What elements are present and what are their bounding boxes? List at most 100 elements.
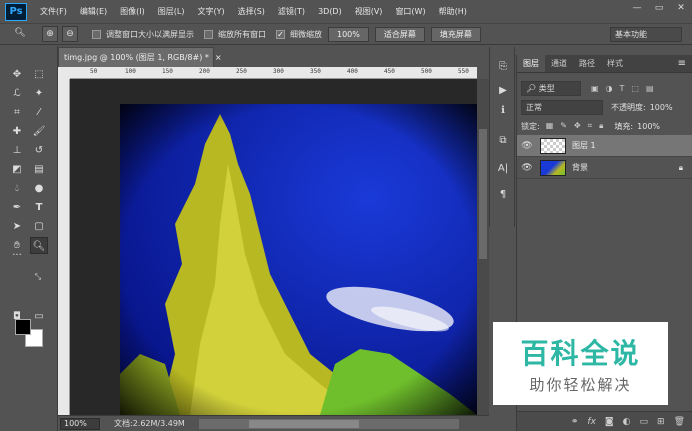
brush-presets-icon[interactable]: ⧉ [495,133,511,149]
window-controls: — ▭ ✕ [626,0,692,16]
marquee-tool-icon[interactable]: ⬚ [30,66,48,83]
ruler-tick: 350 [310,68,321,75]
paragraph-icon[interactable]: ¶ [495,187,511,203]
fill-label: 填充: [614,121,634,131]
ruler-tick: 150 [162,68,173,75]
path-selection-icon[interactable]: ➤ [8,218,26,235]
horizontal-scroll-thumb[interactable] [248,419,359,428]
tab-layers[interactable]: 图层 [517,55,545,72]
magic-wand-icon[interactable]: ✦ [30,85,48,102]
checkbox-box[interactable] [204,29,213,39]
fx-icon[interactable]: fx [587,417,596,427]
vertical-scroll-thumb[interactable] [479,129,487,259]
eyedropper-icon[interactable]: ⁄ [30,104,48,121]
mask-icon[interactable]: ◙ [605,417,614,427]
menu-edit[interactable]: 编辑(E) [80,6,107,17]
layer-row-layer1[interactable]: 👁︎ 图层 1 [517,135,692,157]
link-icon[interactable]: ⚭ [571,417,579,427]
history-icon[interactable]: ⎘ [495,59,511,75]
menu-bar: Ps 文件(F) 编辑(E) 图像(I) 图层(L) 文字(Y) 选择(S) 滤… [0,0,692,23]
menu-type[interactable]: 文字(Y) [197,6,224,17]
ruler-tick: 500 [421,68,432,75]
layer-name: 图层 1 [572,141,596,150]
eye-icon[interactable]: 👁︎ [517,163,537,173]
fill-value[interactable]: 100% [637,122,660,131]
eye-icon[interactable]: 👁︎ [517,141,537,151]
zoom-tool-icon[interactable]: 🔍︎ [30,237,48,254]
resize-windows-checkbox[interactable]: 调整窗口大小以满屏显示 [92,29,194,40]
fill-screen-button[interactable]: 填充屏幕 [430,26,481,42]
tab-paths[interactable]: 路径 [573,55,601,72]
checkmark-icon[interactable]: ✓ [276,29,285,39]
filter-kind-select[interactable]: 🔎︎ 类型 [521,80,581,96]
menu-window[interactable]: 窗口(W) [395,6,425,17]
menu-help[interactable]: 帮助(H) [439,6,467,17]
resize-windows-label: 调整窗口大小以满屏显示 [106,29,194,39]
horizontal-scrollbar[interactable] [198,418,459,429]
lock-icons[interactable]: ▦✎✥⌗🔒︎ [546,121,611,131]
clone-stamp-icon[interactable]: ⊥ [8,142,26,159]
ruler-corner [58,67,70,79]
canvas-area[interactable] [70,79,477,415]
vertical-scrollbar[interactable] [477,79,489,415]
menu-file[interactable]: 文件(F) [40,6,67,17]
vertical-ruler[interactable] [58,79,70,415]
zoom-field[interactable]: 100% [60,417,100,430]
menu-select[interactable]: 选择(S) [238,6,265,17]
swap-colors-icon[interactable]: ⤡ [33,268,43,285]
opacity-value[interactable]: 100% [650,103,673,112]
healing-brush-icon[interactable]: ✚ [8,123,26,140]
character-icon[interactable]: A| [495,161,511,177]
properties-icon[interactable]: ℹ [495,103,511,119]
menu-filter[interactable]: 滤镜(T) [278,6,305,17]
zoom-percent-button[interactable]: 100% [328,26,369,42]
tab-styles[interactable]: 样式 [601,55,629,72]
lasso-tool-icon[interactable]: ℒ [8,85,26,102]
fit-screen-button[interactable]: 适合屏幕 [374,26,425,42]
toolbox: ✥ ⬚ ℒ ✦ ⌗ ⁄ ✚ 🖌︎ ⊥ ↺ ◩ ▤ 💧︎ ● ✒ T ➤ ▢ ✋︎… [0,46,58,431]
eraser-icon[interactable]: ◩ [8,161,26,178]
close-icon[interactable]: × [215,53,222,62]
crop-tool-icon[interactable]: ⌗ [8,104,26,121]
pen-tool-icon[interactable]: ✒ [8,199,26,216]
panel-menu-icon[interactable]: ≡ [678,55,686,73]
document-tab[interactable]: timg.jpg @ 100% (图层 1, RGB/8#) * × [58,47,222,67]
document-image[interactable] [120,104,477,415]
actions-play-icon[interactable]: ▶ [495,83,511,99]
workspace-select[interactable]: 基本功能 [610,27,682,42]
zoom-tool-icon[interactable]: 🔍︎ [12,26,28,42]
menu-3d[interactable]: 3D(D) [318,7,342,16]
scrubby-zoom-checkbox[interactable]: ✓ 细微缩放 [276,29,322,40]
minimize-button[interactable]: — [626,0,648,16]
brush-tool-icon[interactable]: 🖌︎ [30,123,48,140]
layer-row-background[interactable]: 👁︎ 背景 🔒︎ [517,157,692,179]
maximize-button[interactable]: ▭ [648,0,670,16]
adjustment-icon[interactable]: ◐ [623,417,631,427]
horizontal-ruler[interactable]: 50 100 150 200 250 300 350 400 450 500 5… [70,67,477,79]
zoom-out-icon[interactable]: ⊖ [62,26,78,42]
type-tool-icon[interactable]: T [30,199,48,216]
blend-mode-select[interactable]: 正常 [521,99,603,115]
close-button[interactable]: ✕ [670,0,692,16]
gradient-tool-icon[interactable]: ▤ [30,161,48,178]
blur-tool-icon[interactable]: 💧︎ [8,180,26,197]
tab-channels[interactable]: 通道 [545,55,573,72]
filter-icons[interactable]: ▣◑T⬚▤ [591,84,661,93]
zoom-in-icon[interactable]: ⊕ [42,26,58,42]
menu-layer[interactable]: 图层(L) [158,6,185,17]
zoom-all-checkbox[interactable]: 缩放所有窗口 [204,29,266,40]
menu-image[interactable]: 图像(I) [120,6,145,17]
shape-tool-icon[interactable]: ▢ [30,218,48,235]
more-tools-icon[interactable]: ··· [8,251,26,263]
foreground-color-swatch[interactable] [15,319,31,335]
history-brush-icon[interactable]: ↺ [30,142,48,159]
group-icon[interactable]: ▭ [640,417,649,427]
document-size[interactable]: 文档:2.62M/3.49M [114,418,185,429]
trash-icon[interactable]: 🗑︎ [674,417,685,427]
move-tool-icon[interactable]: ✥ [8,66,26,83]
checkbox-box[interactable] [92,29,101,39]
new-layer-icon[interactable]: ⊞ [657,417,665,427]
screen-mode-icon[interactable]: ▭ [30,308,48,325]
menu-view[interactable]: 视图(V) [355,6,383,17]
dodge-tool-icon[interactable]: ● [30,180,48,197]
